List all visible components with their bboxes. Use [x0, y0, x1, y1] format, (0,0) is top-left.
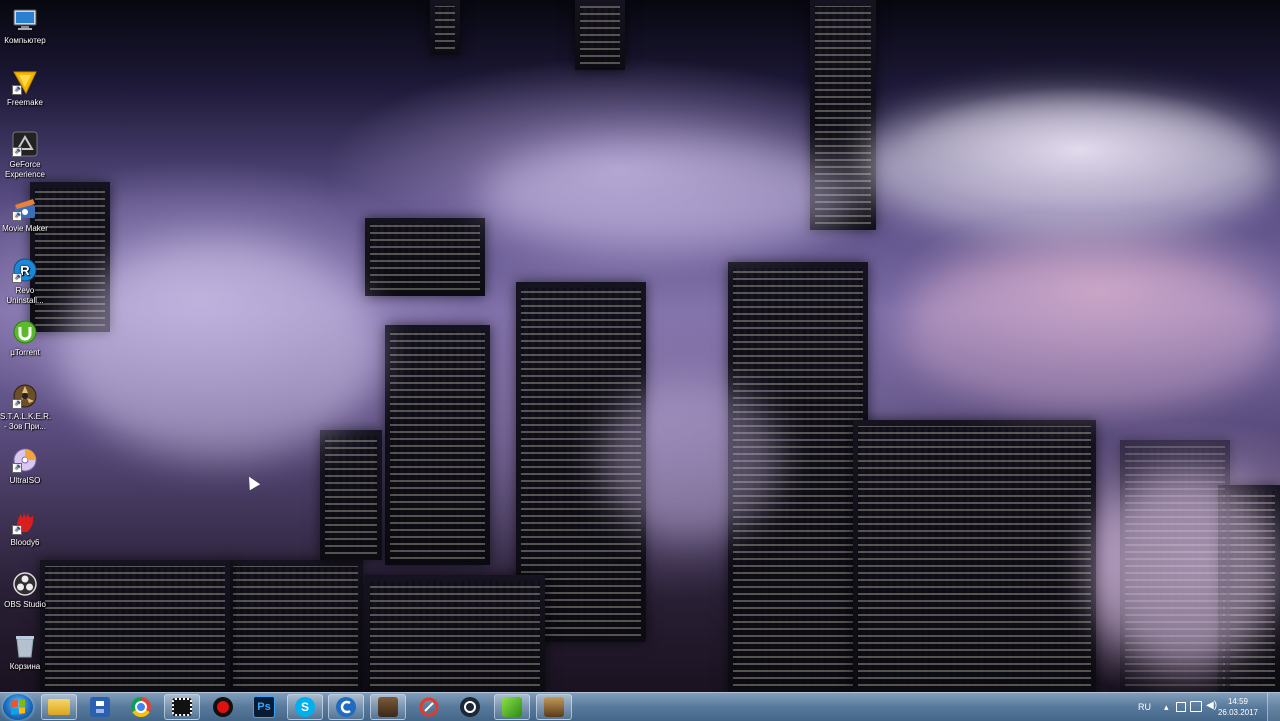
- computer-icon: [11, 6, 39, 34]
- wallpaper-fog: [480, 140, 860, 250]
- stalker-icon: ↗: [11, 382, 39, 410]
- wallpaper-building: [365, 218, 485, 296]
- desktop-icon-label: Freemake: [6, 98, 43, 107]
- shortcut-arrow-icon: ↗: [12, 463, 22, 473]
- clock-date: 26.03.2017: [1217, 708, 1258, 717]
- shortcut-arrow-icon: ↗: [12, 147, 22, 157]
- clock[interactable]: 14:59 26.03.2017: [1218, 696, 1258, 718]
- bloody-icon: ↗: [11, 508, 39, 536]
- desktop-icon-label: Movie Maker: [2, 224, 48, 233]
- recycle-bin-icon: [11, 632, 39, 660]
- desktop-icon-label: Revo Uninstall...: [6, 286, 44, 305]
- desktop-icon-bloody[interactable]: ↗ Bloody6: [0, 508, 50, 548]
- wallpaper-fog: [60, 240, 380, 460]
- network-icon[interactable]: [1190, 701, 1202, 712]
- wallpaper-fog: [600, 380, 780, 540]
- windows-start-icon: [11, 699, 25, 715]
- utorrent-icon: [11, 318, 39, 346]
- desktop-icon-computer[interactable]: Компьютер: [0, 6, 50, 46]
- desktop-icon-label: S.T.A.L.K.E.R. - Зов При...: [0, 412, 52, 431]
- photoshop-icon: Ps: [253, 696, 275, 718]
- taskbar-video-app[interactable]: [164, 694, 200, 720]
- movie-maker-icon: ↗: [11, 194, 39, 222]
- ultraiso-icon: ↗: [11, 446, 39, 474]
- taskbar-game-stalker[interactable]: [370, 694, 406, 720]
- desktop-icon-label: OBS Studio: [4, 600, 46, 609]
- taskbar-file-explorer[interactable]: [41, 694, 77, 720]
- taskbar-chrome[interactable]: [123, 694, 159, 720]
- show-desktop-button[interactable]: [1267, 693, 1280, 721]
- revo-uninstaller-icon: R ↗: [11, 256, 39, 284]
- chrome-icon: [131, 697, 151, 717]
- desktop-icon-revo-uninstaller[interactable]: R ↗ Revo Uninstall...: [0, 256, 50, 306]
- desktop-icon-label: Bloody6: [10, 538, 40, 547]
- wallpaper-building: [853, 420, 1096, 692]
- desktop-icon-label: Компьютер: [4, 36, 46, 45]
- tray-expand-icon[interactable]: ▴: [1164, 702, 1169, 713]
- desktop-icon-movie-maker[interactable]: ↗ Movie Maker: [0, 194, 50, 234]
- desktop-wallpaper: Компьютер ↗ Freemake ↗ GeForce Experienc…: [0, 0, 1280, 692]
- taskbar-save-app[interactable]: [82, 694, 118, 720]
- geforce-experience-icon: ↗: [11, 130, 39, 158]
- freemake-icon: ↗: [11, 68, 39, 96]
- wallpaper-building: [40, 560, 230, 692]
- wallpaper-building: [365, 575, 545, 692]
- desktop-icon-geforce-experience[interactable]: ↗ GeForce Experience: [0, 130, 50, 180]
- clock-time: 14:59: [1227, 697, 1248, 706]
- taskbar-steam[interactable]: [452, 694, 488, 720]
- taskbar-ccleaner-broom[interactable]: [411, 694, 447, 720]
- desktop-icon-label: µTorrent: [10, 348, 40, 357]
- wallpaper-building: [320, 430, 382, 560]
- desktop-icon-obs-studio[interactable]: OBS Studio: [0, 570, 50, 610]
- wallpaper-building: [575, 0, 625, 70]
- shortcut-arrow-icon: ↗: [12, 211, 22, 221]
- taskbar-ccleaner[interactable]: [328, 694, 364, 720]
- desktop-icon-label: GeForce Experience: [4, 160, 46, 179]
- wallpaper-fog: [860, 95, 1280, 235]
- ccleaner-broom-icon: [419, 697, 439, 717]
- taskbar-green-app[interactable]: [494, 694, 530, 720]
- ccleaner-icon: [336, 697, 356, 717]
- wallpaper-fog: [900, 250, 1280, 410]
- volume-icon[interactable]: ◀): [1206, 700, 1217, 711]
- record-icon: [213, 697, 233, 717]
- green-app-icon: [502, 697, 522, 717]
- film-strip-icon: [172, 698, 192, 716]
- shortcut-arrow-icon: ↗: [12, 525, 22, 535]
- steam-icon: [460, 697, 480, 717]
- taskbar-photoshop[interactable]: Ps: [246, 694, 282, 720]
- desktop-icon-recycle-bin[interactable]: Корзина: [0, 632, 50, 672]
- system-tray: RU ▴ ◀) 14:59 26.03.2017: [1120, 693, 1280, 721]
- desktop-icon-ultraiso[interactable]: ↗ UltraISO: [0, 446, 50, 486]
- wallpaper-fog: [1090, 470, 1280, 670]
- desktop-icon-stalker[interactable]: ↗ S.T.A.L.K.E.R. - Зов При...: [0, 382, 52, 432]
- wallpaper-building: [430, 0, 460, 55]
- wallpaper-building: [228, 560, 363, 692]
- skype-icon: S: [295, 697, 315, 717]
- desktop-icon-utorrent[interactable]: µTorrent: [0, 318, 50, 358]
- language-indicator[interactable]: RU: [1138, 702, 1151, 712]
- desktop-icon-freemake[interactable]: ↗ Freemake: [0, 68, 50, 108]
- shortcut-arrow-icon: ↗: [12, 399, 22, 409]
- desktop-icon-label: UltraISO: [9, 476, 41, 485]
- game-stalker-icon: [378, 697, 398, 717]
- file-explorer-icon: [48, 699, 70, 715]
- action-center-icon[interactable]: [1176, 702, 1186, 712]
- start-button[interactable]: [3, 694, 33, 720]
- taskbar: Ps S RU ▴ ◀) 14:59 26.03.2017: [0, 692, 1280, 721]
- mouse-cursor: [243, 473, 261, 491]
- desktop-icon-label: Корзина: [9, 662, 41, 671]
- shortcut-arrow-icon: ↗: [12, 85, 22, 95]
- floppy-save-icon: [90, 697, 110, 717]
- taskbar-recorder[interactable]: [205, 694, 241, 720]
- obs-studio-icon: [11, 570, 39, 598]
- game-cowboy-icon: [544, 697, 564, 717]
- taskbar-game-cowboy[interactable]: [536, 694, 572, 720]
- shortcut-arrow-icon: ↗: [12, 273, 22, 283]
- taskbar-skype[interactable]: S: [287, 694, 323, 720]
- wallpaper-building: [385, 325, 490, 565]
